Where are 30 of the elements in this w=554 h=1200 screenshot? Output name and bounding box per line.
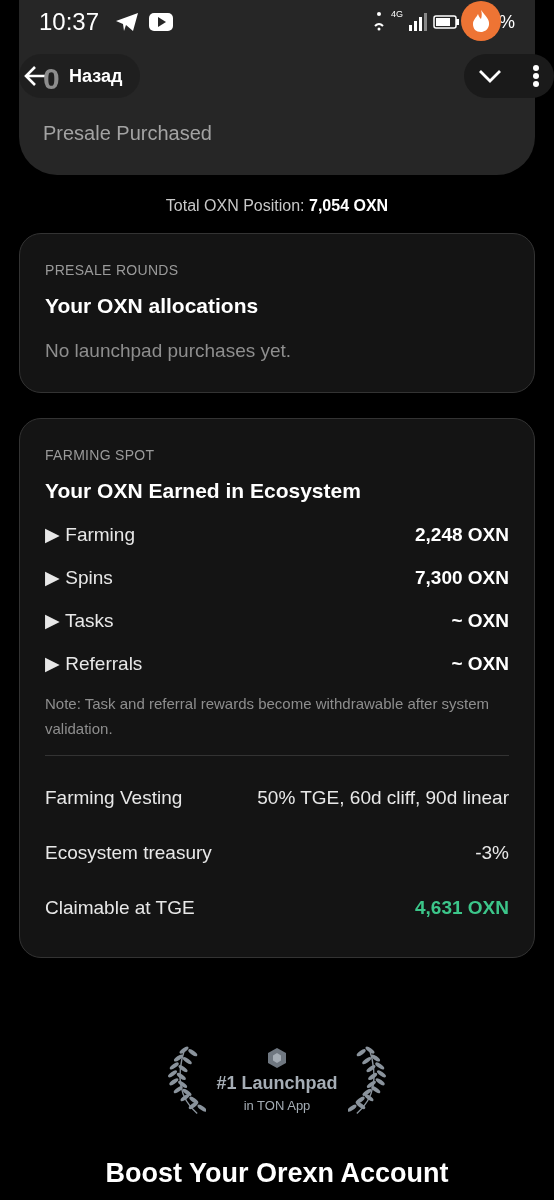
detail-label: Farming Vesting xyxy=(45,786,183,809)
section-title: Your OXN allocations xyxy=(45,294,260,318)
earning-label[interactable]: ▶ Farming xyxy=(45,523,135,546)
section-label: FARMING SPOT xyxy=(45,447,156,463)
earning-label[interactable]: ▶ Tasks xyxy=(45,609,114,632)
detail-label: Claimable at TGE xyxy=(45,896,195,919)
earning-value: ~ OXN xyxy=(451,652,509,675)
note-text: Note: Task and referral rewards become withdrawable after system validation. xyxy=(45,691,509,756)
earning-value: 2,248 OXN xyxy=(415,523,509,546)
empty-message: No launchpad purchases yet. xyxy=(45,340,293,362)
section-title: Your OXN Earned in Ecosystem xyxy=(45,479,362,503)
network-type: 4G xyxy=(390,9,403,19)
back-button[interactable]: 0 Назад xyxy=(19,54,141,98)
badge-title: #1 Launchpad xyxy=(216,1073,338,1094)
boost-heading: Boost Your Orexn Account xyxy=(104,1158,450,1189)
earning-label[interactable]: ▶ Referrals xyxy=(45,652,143,675)
detail-label: Ecosystem treasury xyxy=(45,841,212,864)
clock: 10:37 xyxy=(39,8,100,36)
total-position: Total OXN Position: 7,054 OXN xyxy=(164,197,390,215)
battery-level: % xyxy=(499,11,515,33)
detail-value: 4,631 OXN xyxy=(415,896,509,919)
earning-value: ~ OXN xyxy=(451,609,509,632)
detail-value: -3% xyxy=(475,841,509,864)
section-label: PRESALE ROUNDS xyxy=(45,262,180,278)
detail-value: 50% TGE, 60d cliff, 90d linear xyxy=(257,786,509,809)
badge-subtitle: in TON App xyxy=(243,1098,311,1113)
earning-value: 7,300 OXN xyxy=(415,566,509,589)
balance-amount: 0 xyxy=(43,62,60,96)
summary-label: Presale Purchased xyxy=(43,122,212,145)
earning-label[interactable]: ▶ Spins xyxy=(45,566,113,589)
